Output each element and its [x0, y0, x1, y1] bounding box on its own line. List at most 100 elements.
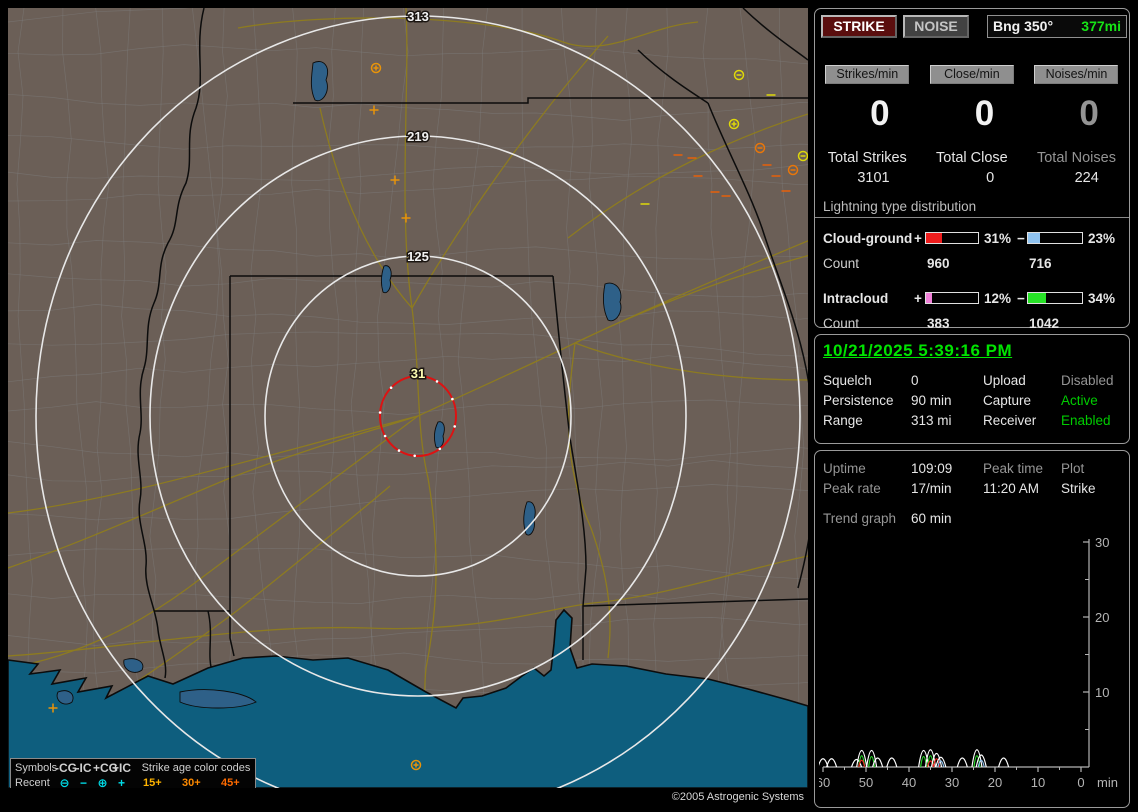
- ic-negative-bar: [1027, 292, 1083, 304]
- legend-col-neg-cg: -CG: [55, 761, 74, 775]
- close-rate-value: 0: [920, 92, 1025, 136]
- upload-label: Upload: [983, 373, 1026, 388]
- legend-symbols-header: Symbols: [15, 762, 55, 774]
- plus-sign: +: [914, 291, 922, 306]
- total-close-label: Total Close: [920, 150, 1025, 166]
- range-row: Range 313 mi Receiver Enabled: [815, 413, 1129, 433]
- range-value: 313 mi: [911, 413, 952, 428]
- strikes-per-min-chip: Strikes/min: [825, 65, 909, 84]
- stats-panel: Uptime 109:09 Peak time Plot Peak rate 1…: [814, 450, 1130, 808]
- strike-toggle-button[interactable]: STRIKE: [821, 15, 897, 38]
- noises-per-min-chip: Noises/min: [1034, 65, 1118, 84]
- ic-positive-pct: 12%: [984, 291, 1011, 306]
- total-noises-label: Total Noises: [1024, 150, 1129, 166]
- svg-text:20: 20: [988, 775, 1002, 790]
- counters-panel: STRIKE NOISE Bng 350° 377mi Strikes/min …: [814, 8, 1130, 328]
- svg-text:30: 30: [1095, 535, 1109, 550]
- svg-text:40: 40: [902, 775, 916, 790]
- svg-text:219: 219: [407, 129, 429, 144]
- datetime-display: 10/21/2025 5:39:16 PM: [815, 335, 1129, 361]
- svg-text:min: min: [1097, 775, 1118, 790]
- plus-sign: +: [914, 231, 922, 246]
- bearing-readout: Bng 350° 377mi: [987, 15, 1127, 38]
- persistence-value: 90 min: [911, 393, 952, 408]
- map-window: 31321912531 Symbols -CG -IC +CG +IC Stri…: [8, 8, 808, 806]
- copyright-bar: ©2005 Astrogenic Systems: [8, 788, 808, 806]
- squelch-value: 0: [911, 373, 919, 388]
- svg-text:10: 10: [1095, 685, 1109, 700]
- count-label: Count: [823, 316, 859, 331]
- legend-row-label: Recent: [15, 777, 55, 789]
- ic-negative-count: 1042: [1029, 316, 1059, 331]
- strikes-rate-value: 0: [815, 92, 920, 136]
- strikes-counter: Strikes/min 0 Total Strikes 3101: [815, 65, 920, 186]
- close-per-min-chip: Close/min: [930, 65, 1014, 84]
- bearing-range-value: 377mi: [1081, 16, 1121, 37]
- cloud-ground-row: Cloud-ground + 31% − 23%: [815, 227, 1129, 253]
- trend-chart: 60 50 40 30 20 10 0 min 30 20 10: [819, 535, 1127, 803]
- svg-text:125: 125: [407, 249, 429, 264]
- cg-negative-bar: [1027, 232, 1083, 244]
- squelch-label: Squelch: [823, 373, 872, 388]
- svg-text:0: 0: [1077, 775, 1084, 790]
- status-panel: 10/21/2025 5:39:16 PM Squelch 0 Upload D…: [814, 334, 1130, 444]
- total-close-value: 0: [920, 170, 1025, 186]
- ic-positive-count: 383: [927, 316, 950, 331]
- trend-graph-window: 60 min: [911, 511, 952, 526]
- intracloud-row: Intracloud + 12% − 34%: [815, 287, 1129, 313]
- cg-negative-pct: 23%: [1088, 231, 1115, 246]
- uptime-value: 109:09: [911, 461, 952, 476]
- svg-text:30: 30: [945, 775, 959, 790]
- plot-label: Plot: [1061, 461, 1084, 476]
- age-code: 30+: [176, 777, 215, 789]
- app-window: 31321912531 Symbols -CG -IC +CG +IC Stri…: [0, 0, 1138, 812]
- receiver-label: Receiver: [983, 413, 1036, 428]
- persistence-row: Persistence 90 min Capture Active: [815, 393, 1129, 413]
- minus-sign: −: [1017, 291, 1025, 306]
- peak-rate-row: Peak rate 17/min 11:20 AM Strike: [815, 481, 1129, 501]
- noises-rate-value: 0: [1024, 92, 1129, 136]
- legend-col-pos-cg: +CG: [93, 761, 112, 775]
- range-label: Range: [823, 413, 863, 428]
- cg-positive-count: 960: [927, 256, 950, 271]
- rate-counters: Strikes/min 0 Total Strikes 3101 Close/m…: [815, 65, 1129, 186]
- ic-negative-pct: 34%: [1088, 291, 1115, 306]
- lightning-map[interactable]: 31321912531: [8, 8, 808, 788]
- legend-age-header: Strike age color codes: [137, 762, 255, 774]
- legend-col-neg-ic: -IC: [74, 761, 93, 775]
- svg-text:20: 20: [1095, 610, 1109, 625]
- total-strikes-value: 3101: [815, 170, 920, 186]
- cloud-ground-label: Cloud-ground: [823, 231, 912, 246]
- cg-negative-count: 716: [1029, 256, 1052, 271]
- persistence-label: Persistence: [823, 393, 894, 408]
- squelch-row: Squelch 0 Upload Disabled: [815, 373, 1129, 393]
- peak-time-value: 11:20 AM: [983, 481, 1039, 496]
- svg-text:50: 50: [859, 775, 873, 790]
- map-land: [8, 8, 808, 788]
- legend-header-row: Symbols -CG -IC +CG +IC Strike age color…: [15, 760, 255, 775]
- trend-graph-label: Trend graph: [823, 511, 896, 526]
- svg-text:31: 31: [411, 366, 425, 381]
- intracloud-label: Intracloud: [823, 291, 888, 306]
- distribution-title: Lightning type distribution: [815, 199, 1129, 218]
- minus-sign: −: [1017, 231, 1025, 246]
- plot-type-value: Strike: [1061, 481, 1096, 496]
- cg-count-row: Count 960 716: [815, 256, 1129, 278]
- total-strikes-label: Total Strikes: [815, 150, 920, 166]
- uptime-row: Uptime 109:09 Peak time Plot: [815, 461, 1129, 481]
- noise-toggle-button[interactable]: NOISE: [903, 15, 969, 38]
- toolbar: STRIKE NOISE Bng 350° 377mi: [821, 15, 1123, 39]
- close-counter: Close/min 0 Total Close 0: [920, 65, 1025, 186]
- capture-label: Capture: [983, 393, 1031, 408]
- cg-positive-bar: [925, 232, 979, 244]
- copyright-text: ©2005 Astrogenic Systems: [672, 791, 804, 803]
- peak-time-label: Peak time: [983, 461, 1043, 476]
- count-label: Count: [823, 256, 859, 271]
- svg-text:60: 60: [819, 775, 830, 790]
- noises-counter: Noises/min 0 Total Noises 224: [1024, 65, 1129, 186]
- svg-text:10: 10: [1031, 775, 1045, 790]
- legend-col-pos-ic: +IC: [112, 761, 131, 775]
- age-code: 15+: [137, 777, 176, 789]
- upload-status: Disabled: [1061, 373, 1114, 388]
- distribution-section: Lightning type distribution Cloud-ground…: [815, 199, 1129, 338]
